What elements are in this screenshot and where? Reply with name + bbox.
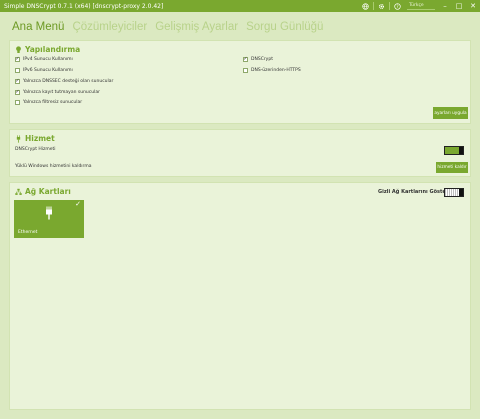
apply-settings-button[interactable]: ayarları uygula (433, 107, 468, 119)
ipv6-checkbox[interactable] (15, 68, 20, 73)
service-label: DNSCrypt Hizmeti (15, 147, 56, 152)
adapters-title-text: Ağ Kartları (25, 187, 71, 196)
language-search-input[interactable]: Türkçe (407, 2, 435, 10)
ipv6-label: IPv6 Sunucu Kullanımı (23, 68, 73, 73)
config-title-text: Yapılandırma (25, 45, 81, 54)
adapter-name: Ethernet (18, 230, 38, 235)
title-bar-separator (389, 2, 390, 10)
tab-resolvers[interactable]: Çözümleyiciler (72, 21, 147, 33)
ipv4-label: IPv4 Sunucu Kullanımı (23, 57, 73, 62)
plug-icon (16, 134, 21, 143)
globe-icon[interactable] (359, 0, 372, 12)
dnscrypt-option[interactable]: ✓ DNSCrypt (243, 57, 273, 62)
gear-icon[interactable] (375, 0, 388, 12)
config-panel: Yapılandırma ✓ IPv4 Sunucu Kullanımı IPv… (9, 40, 471, 124)
service-toggle-fill (445, 147, 460, 154)
doh-label: DNS-üzerinden-HTTPS (251, 68, 301, 73)
uninstall-label: Yüklü Windows hizmetini kaldırma (15, 164, 92, 169)
nofilter-checkbox[interactable] (15, 100, 20, 105)
tab-ana-menu[interactable]: Ana Menü (12, 21, 64, 33)
dnscrypt-checkbox[interactable]: ✓ (243, 57, 248, 62)
nofilter-option[interactable]: Yalnızca filtresiz sunucular (15, 100, 82, 105)
main-nav: Ana Menü Çözümleyiciler Gelişmiş Ayarlar… (12, 21, 323, 33)
show-hidden-toggle-fill (445, 189, 460, 196)
nofilter-label: Yalnızca filtresiz sunucular (23, 100, 83, 105)
dnssec-checkbox[interactable]: ✓ (15, 79, 20, 84)
tab-advanced-settings[interactable]: Gelişmiş Ayarlar (155, 21, 238, 33)
doh-checkbox[interactable] (243, 68, 248, 73)
dnssec-label: Yalnızca DNSSEC desteği olan sunucular (23, 79, 114, 84)
uninstall-service-button[interactable]: hizmeti kaldır (436, 162, 468, 173)
doh-option[interactable]: DNS-üzerinden-HTTPS (243, 68, 301, 73)
minimize-icon[interactable]: – (438, 0, 452, 12)
dnssec-option[interactable]: ✓ Yalnızca DNSSEC desteği olan sunucular (15, 79, 113, 84)
title-bar: Simple DNSCrypt 0.7.1 (x64) [dnscrypt-pr… (0, 0, 480, 12)
tab-query-log[interactable]: Sorgu Günlüğü (246, 21, 323, 33)
close-icon[interactable]: ✕ (466, 0, 480, 12)
show-hidden-toggle-knob (459, 189, 463, 196)
ethernet-plug-icon (46, 206, 52, 220)
help-icon[interactable]: ? (391, 0, 404, 12)
service-title-text: Hizmet (25, 134, 55, 143)
bulb-icon (16, 45, 21, 53)
service-panel: Hizmet DNSCrypt Hizmeti Yüklü Windows hi… (9, 129, 471, 177)
service-toggle-knob (459, 147, 463, 154)
title-bar-separator (373, 2, 374, 10)
service-panel-title: Hizmet (15, 134, 55, 143)
dnscrypt-label: DNSCrypt (251, 57, 273, 62)
nolog-label: Yalnızca kayıt tutmayan sunucular (23, 90, 100, 95)
window-title: Simple DNSCrypt 0.7.1 (x64) [dnscrypt-pr… (4, 2, 164, 10)
show-hidden-label: Gizli Ağ Kartlarını Göster (378, 189, 449, 195)
config-panel-title: Yapılandırma (15, 45, 80, 54)
svg-text:?: ? (396, 4, 398, 9)
service-toggle[interactable] (444, 146, 464, 155)
adapters-panel-title: Ağ Kartları (15, 187, 71, 196)
title-bar-tools: ? Türkçe – □ ✕ (359, 0, 480, 12)
ipv4-checkbox[interactable]: ✓ (15, 57, 20, 62)
maximize-icon[interactable]: □ (452, 0, 466, 12)
network-icon (15, 188, 22, 195)
checkmark-icon: ✓ (75, 200, 81, 208)
ipv4-option[interactable]: ✓ IPv4 Sunucu Kullanımı (15, 57, 73, 62)
ipv6-option[interactable]: IPv6 Sunucu Kullanımı (15, 68, 73, 73)
nolog-checkbox[interactable]: ✓ (15, 90, 20, 95)
nolog-option[interactable]: ✓ Yalnızca kayıt tutmayan sunucular (15, 90, 100, 95)
show-hidden-toggle[interactable] (444, 188, 464, 197)
adapter-card-ethernet[interactable]: ✓ Ethernet (14, 200, 84, 238)
